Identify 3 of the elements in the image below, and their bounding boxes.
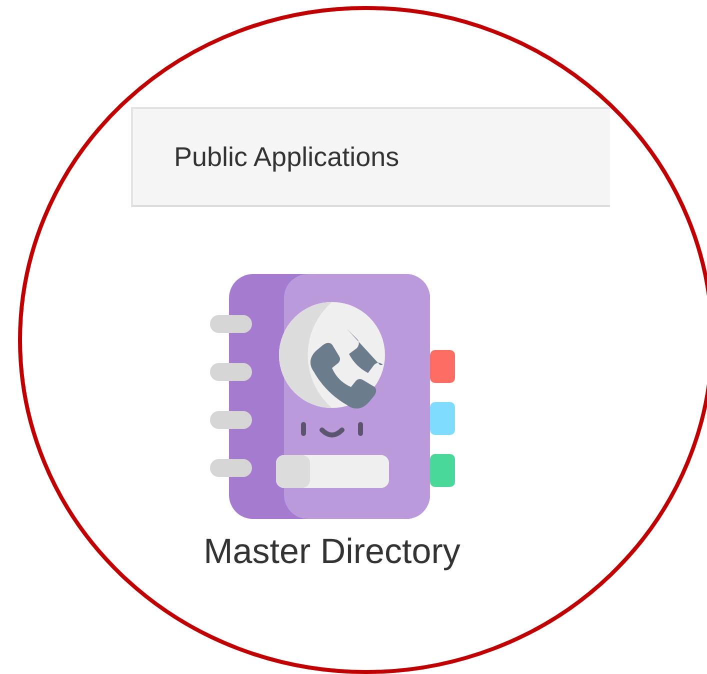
- address-book-icon: [209, 274, 455, 520]
- panel-title: Public Applications: [174, 142, 400, 172]
- app-label[interactable]: Master Directory: [204, 532, 460, 572]
